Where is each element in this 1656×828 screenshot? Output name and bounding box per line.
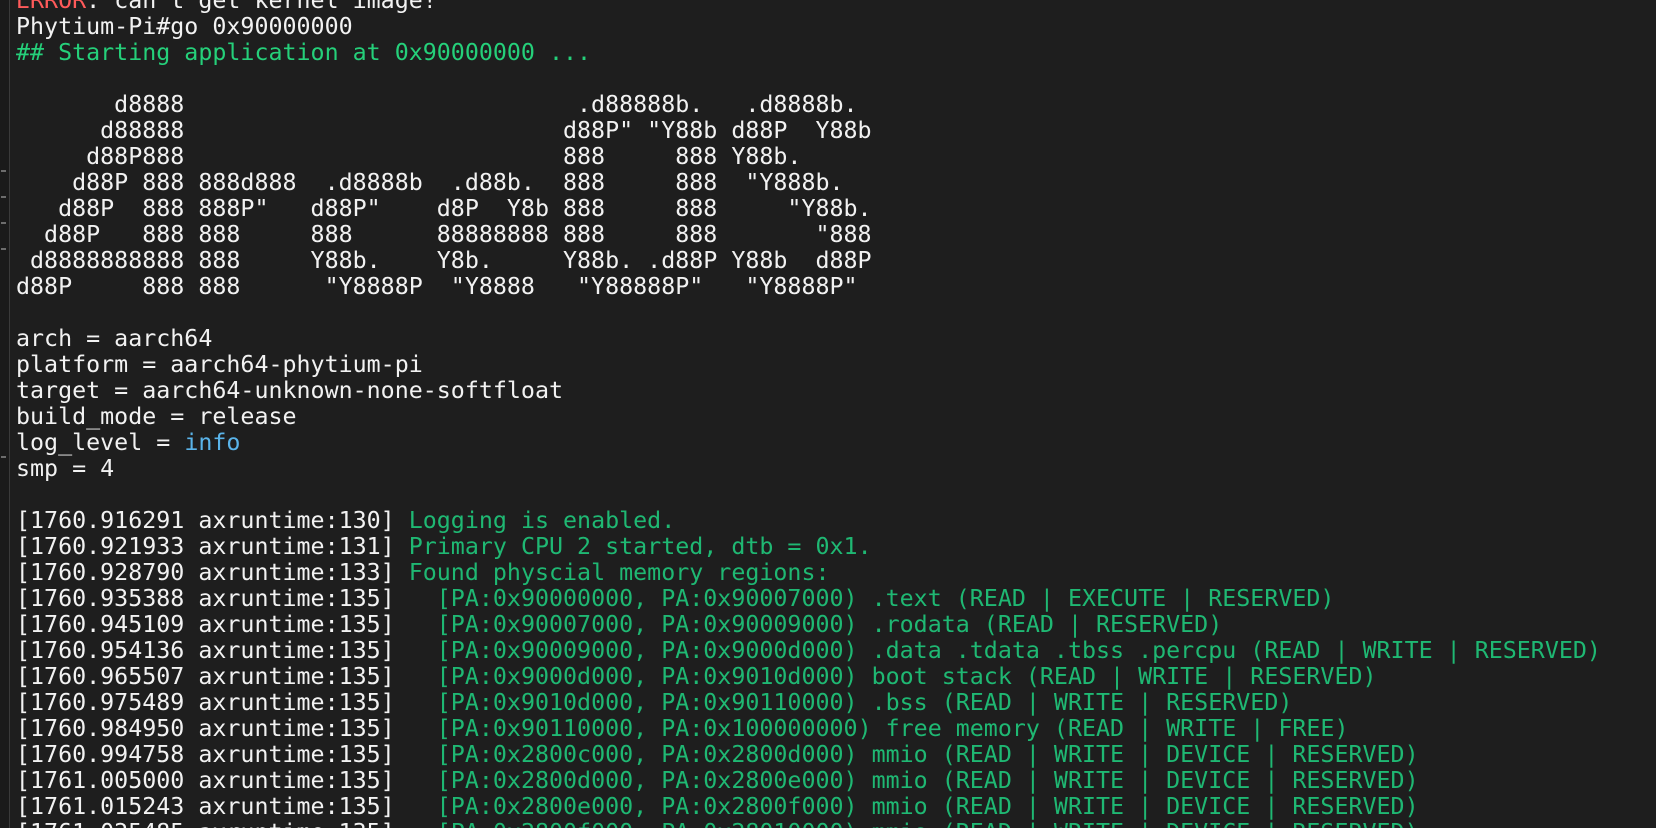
terminal-line: [1760.975489 axruntime:135] [PA:0x9010d0… (16, 690, 1601, 716)
terminal-text-segment: [1760.984950 axruntime:135] (16, 715, 409, 742)
gutter-marker (1, 170, 6, 172)
terminal-text-segment: d88888 d88P" "Y88b d88P Y88b (16, 117, 872, 144)
terminal-line: d8888888888 888 Y88b. Y8b. Y88b. .d88P Y… (16, 248, 1601, 274)
gutter-marker (1, 196, 6, 198)
terminal-text-segment: d88P 888 888 888 88888888 888 888 "888 (16, 221, 872, 248)
terminal-line: d88P 888 888P" d88P" d8P Y8b 888 888 "Y8… (16, 196, 1601, 222)
terminal-line: [1760.984950 axruntime:135] [PA:0x901100… (16, 716, 1601, 742)
terminal-line: [1760.994758 axruntime:135] [PA:0x2800c0… (16, 742, 1601, 768)
terminal-line: [1760.916291 axruntime:130] Logging is e… (16, 508, 1601, 534)
gutter-marker (1, 248, 6, 250)
terminal-text-segment: Phytium-Pi#go 0x90000000 (16, 13, 353, 40)
terminal-line: smp = 4 (16, 456, 1601, 482)
terminal-text-segment: [1760.921933 axruntime:131] (16, 533, 409, 560)
terminal-text-segment: [1760.916291 axruntime:130] (16, 507, 409, 534)
terminal-text-segment: Primary CPU 2 started, dtb = 0x1. (408, 533, 872, 560)
terminal-text-segment: [PA:0x2800d000, PA:0x2800e000) mmio (REA… (408, 767, 1419, 794)
terminal-text-segment: d88P 888 888d888 .d8888b .d88b. 888 888 … (16, 169, 844, 196)
terminal-text-segment: Logging is enabled. (408, 507, 676, 534)
terminal-text-segment: [1760.928790 axruntime:133] (16, 559, 409, 586)
terminal-line: [1760.935388 axruntime:135] [PA:0x900000… (16, 586, 1601, 612)
terminal-text-segment: [1760.975489 axruntime:135] (16, 689, 409, 716)
terminal-text-segment: ## Starting application at 0x90000000 ..… (16, 39, 592, 66)
terminal-text-segment: target = aarch64-unknown-none-softfloat (16, 377, 564, 404)
terminal-text-segment: [PA:0x90000000, PA:0x90007000) .text (RE… (408, 585, 1335, 612)
terminal-line: ERROR: can't get kernel image! (16, 0, 1601, 14)
terminal-line: [1761.015243 axruntime:135] [PA:0x2800e0… (16, 794, 1601, 820)
terminal-line: [1761.025485 axruntime:135] [PA:0x2800f0… (16, 820, 1601, 828)
terminal-line: d88P 888 888d888 .d8888b .d88b. 888 888 … (16, 170, 1601, 196)
terminal-line: Phytium-Pi#go 0x90000000 (16, 14, 1601, 40)
terminal-text-segment: [PA:0x2800c000, PA:0x2800d000) mmio (REA… (408, 741, 1419, 768)
terminal-text-segment: d88P 888 888P" d88P" d8P Y8b 888 888 "Y8… (16, 195, 872, 222)
terminal-text-segment: [1761.005000 axruntime:135] (16, 767, 409, 794)
terminal-text-segment: [1760.945109 axruntime:135] (16, 611, 409, 638)
terminal-text-segment: [PA:0x90007000, PA:0x90009000) .rodata (… (408, 611, 1223, 638)
terminal-line: [1760.965507 axruntime:135] [PA:0x9000d0… (16, 664, 1601, 690)
terminal-line: d88P 888 888 "Y8888P "Y8888 "Y88888P" "Y… (16, 274, 1601, 300)
gutter-marker (1, 456, 6, 458)
terminal-text-segment: [1760.935388 axruntime:135] (16, 585, 409, 612)
terminal-text-segment: [PA:0x90110000, PA:0x100000000) free mem… (408, 715, 1349, 742)
terminal-text-segment: [1760.954136 axruntime:135] (16, 637, 409, 664)
terminal-line: [1760.945109 axruntime:135] [PA:0x900070… (16, 612, 1601, 638)
terminal-line: [1760.921933 axruntime:131] Primary CPU … (16, 534, 1601, 560)
terminal-line: d88888 d88P" "Y88b d88P Y88b (16, 118, 1601, 144)
terminal-line: [1761.005000 axruntime:135] [PA:0x2800d0… (16, 768, 1601, 794)
terminal-text-segment: [PA:0x2800f000, PA:0x28010000) mmio (REA… (409, 819, 1419, 828)
terminal-output: ERROR: can't get kernel image! Phytium-Pi… (16, 0, 1601, 828)
terminal-text-segment: d8888 .d88888b. .d8888b. (16, 91, 858, 118)
terminal-text-segment: : can't get kernel image! (86, 0, 437, 14)
gutter-marker (1, 222, 6, 224)
terminal-text-segment: Found physcial memory regions: (408, 559, 830, 586)
terminal-text-segment: [1760.965507 axruntime:135] (16, 663, 409, 690)
terminal-text-segment: [1761.015243 axruntime:135] (16, 793, 409, 820)
terminal-text-segment: info (184, 429, 241, 456)
terminal-text-segment: [1760.994758 axruntime:135] (16, 741, 409, 768)
terminal-line: [1760.928790 axruntime:133] Found physci… (16, 560, 1601, 586)
terminal-window[interactable]: ERROR: can't get kernel image! Phytium-Pi… (0, 0, 1656, 828)
terminal-text-segment: [PA:0x9010d000, PA:0x90110000) .bss (REA… (408, 689, 1293, 716)
terminal-line: arch = aarch64 (16, 326, 1601, 352)
terminal-text-segment: platform = aarch64-phytium-pi (16, 351, 423, 378)
scrollbar-gutter[interactable] (0, 0, 10, 828)
terminal-text-segment: d88P888 888 888 Y88b. (16, 143, 802, 170)
terminal-line: platform = aarch64-phytium-pi (16, 352, 1601, 378)
terminal-line: log_level = info (16, 430, 1601, 456)
terminal-text-segment: [PA:0x9000d000, PA:0x9010d000) boot stac… (408, 663, 1377, 690)
terminal-text-segment: ERROR (16, 0, 87, 14)
terminal-line: d88P888 888 888 Y88b. (16, 144, 1601, 170)
terminal-line: ## Starting application at 0x90000000 ..… (16, 40, 1601, 66)
terminal-text-segment: log_level = (16, 429, 185, 456)
terminal-text-segment: [1761.025485 axruntime:135] (16, 819, 409, 828)
terminal-text-segment: d8888888888 888 Y88b. Y8b. Y88b. .d88P Y… (16, 247, 872, 274)
terminal-text-segment: smp = 4 (16, 455, 115, 482)
terminal-line: [1760.954136 axruntime:135] [PA:0x900090… (16, 638, 1601, 664)
terminal-line: d88P 888 888 888 88888888 888 888 "888 (16, 222, 1601, 248)
terminal-line: d8888 .d88888b. .d8888b. (16, 92, 1601, 118)
terminal-text-segment: arch = aarch64 (16, 325, 213, 352)
terminal-text-segment: [PA:0x90009000, PA:0x9000d000) .data .td… (408, 637, 1601, 664)
terminal-text-segment: [PA:0x2800e000, PA:0x2800f000) mmio (REA… (408, 793, 1419, 820)
terminal-text-segment: build_mode = release (16, 403, 297, 430)
terminal-line: target = aarch64-unknown-none-softfloat (16, 378, 1601, 404)
terminal-line: build_mode = release (16, 404, 1601, 430)
terminal-text-segment: d88P 888 888 "Y8888P "Y8888 "Y88888P" "Y… (16, 273, 858, 300)
